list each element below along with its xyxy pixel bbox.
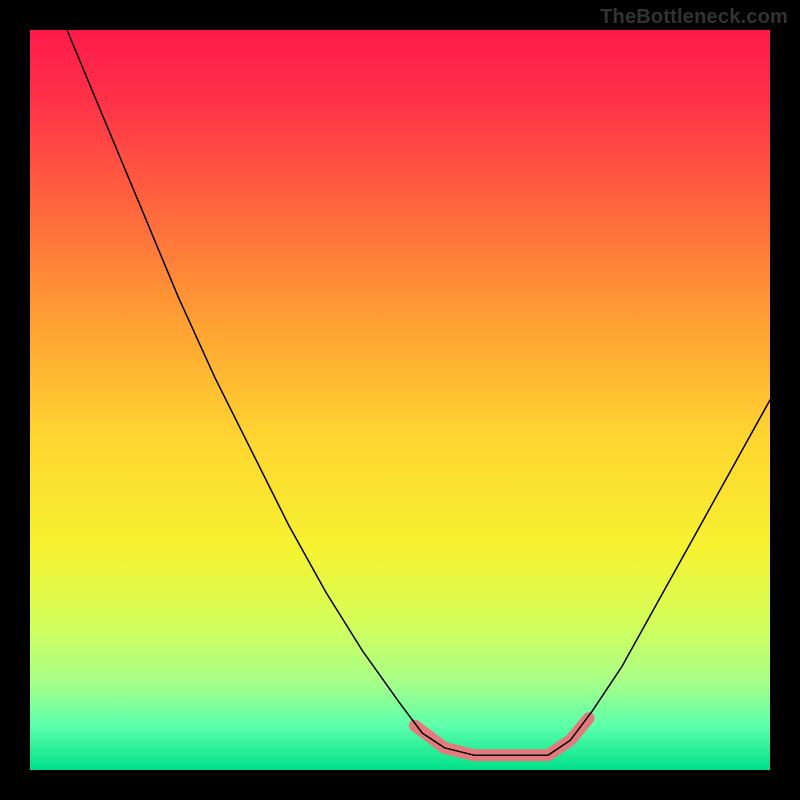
bottleneck-curve [67,30,770,755]
watermark-text: TheBottleneck.com [600,6,788,29]
plot-area [30,30,770,770]
highlight-band [415,718,589,755]
chart-frame: TheBottleneck.com [0,0,800,800]
curve-layer [30,30,770,770]
